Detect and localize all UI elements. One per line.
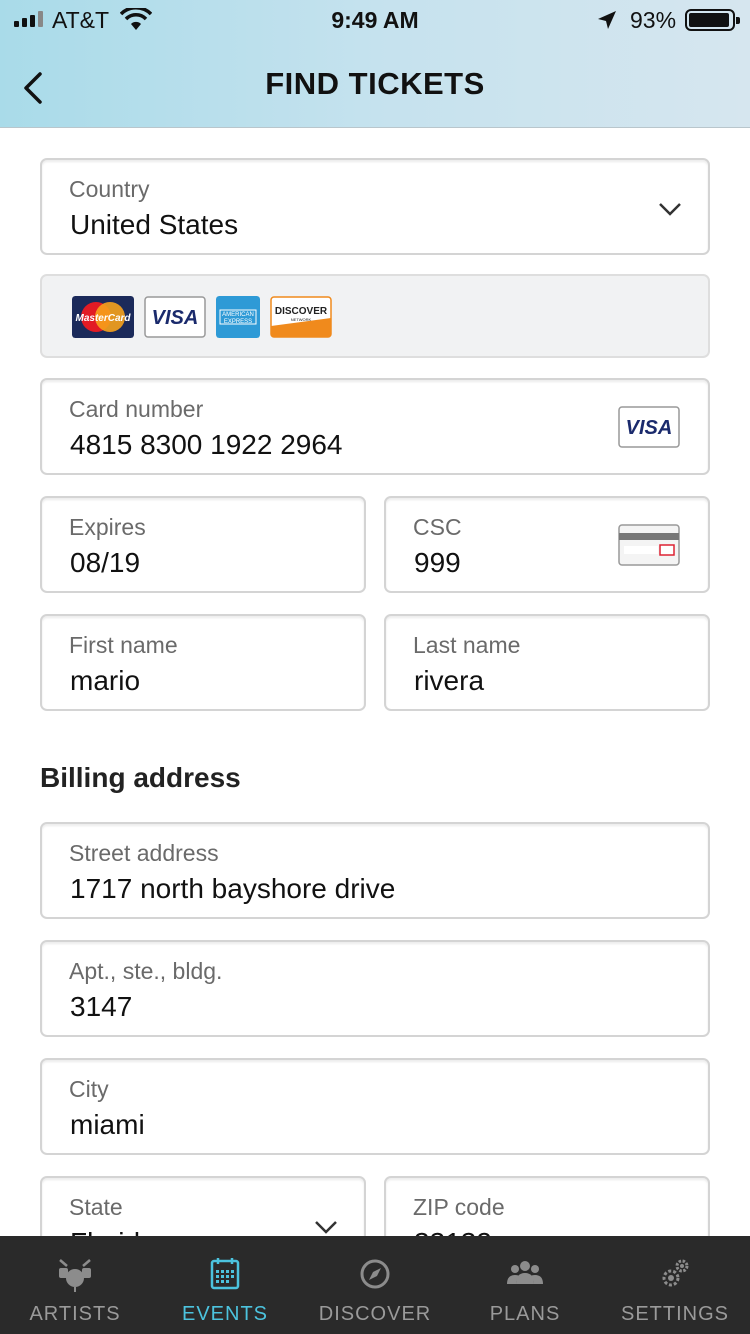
card-number-value: 4815 8300 1922 2964	[70, 429, 343, 460]
tab-label: DISCOVER	[318, 1303, 432, 1325]
tab-label: ARTISTS	[29, 1303, 121, 1325]
country-select[interactable]: Country United States	[40, 158, 710, 255]
chevron-down-icon	[659, 203, 681, 216]
battery-icon	[685, 9, 740, 31]
card-number-field[interactable]: Card number 4815 8300 1922 2964 VISA	[40, 378, 710, 475]
csc-field[interactable]: CSC 999	[384, 496, 710, 593]
compass-icon	[360, 1259, 390, 1289]
tab-label: EVENTS	[181, 1303, 269, 1325]
first-name-field[interactable]: First name mario	[40, 614, 366, 711]
page-title: FIND TICKETS	[265, 66, 485, 101]
last-name-label: Last name	[413, 632, 521, 658]
tab-plans[interactable]: PLANS	[450, 1236, 600, 1334]
tab-settings[interactable]: SETTINGS	[600, 1236, 750, 1334]
country-label: Country	[69, 176, 150, 202]
card-number-label: Card number	[69, 396, 204, 422]
chevron-down-icon	[315, 1221, 337, 1234]
card-back-csc-icon	[618, 524, 680, 566]
expires-field[interactable]: Expires 08/19	[40, 496, 366, 593]
city-label: City	[69, 1076, 109, 1102]
calendar-icon	[210, 1258, 240, 1290]
apt-value: 3147	[70, 991, 133, 1022]
last-name-field[interactable]: Last name rivera	[384, 614, 710, 711]
status-bar: AT&T 9:49 AM 93%	[0, 0, 750, 40]
csc-label: CSC	[413, 514, 462, 540]
svg-text:NETWORK: NETWORK	[291, 317, 312, 322]
csc-value: 999	[414, 547, 461, 578]
visa-detected-icon: VISA	[618, 406, 680, 448]
apt-field[interactable]: Apt., ste., bldg. 3147	[40, 940, 710, 1037]
visa-logo-icon: VISA	[144, 296, 206, 338]
svg-text:EXPRESS: EXPRESS	[224, 319, 252, 325]
last-name-value: rivera	[414, 665, 485, 696]
street-address-label: Street address	[69, 840, 219, 866]
drum-kit-icon	[59, 1259, 91, 1292]
zip-code-label: ZIP code	[413, 1194, 505, 1220]
discover-logo-icon: DISCOVER NETWORK	[270, 296, 332, 338]
first-name-label: First name	[69, 632, 178, 658]
tab-label: PLANS	[489, 1303, 561, 1325]
expires-label: Expires	[69, 514, 146, 540]
tab-discover[interactable]: DISCOVER	[300, 1236, 450, 1334]
first-name-value: mario	[70, 665, 141, 696]
expires-value: 08/19	[70, 547, 141, 578]
people-icon	[507, 1261, 543, 1284]
tab-bar: ARTISTS EVENTS DISCOVER PLANS SETTINGS	[0, 1236, 750, 1334]
tab-artists[interactable]: ARTISTS	[0, 1236, 150, 1334]
tab-events[interactable]: EVENTS	[150, 1236, 300, 1334]
city-field[interactable]: City miami	[40, 1058, 710, 1155]
country-value: United States	[70, 209, 239, 240]
svg-text:VISA: VISA	[152, 307, 199, 329]
amex-logo-icon: AMERICAN EXPRESS	[216, 296, 260, 338]
street-address-field[interactable]: Street address 1717 north bayshore drive	[40, 822, 710, 919]
street-address-value: 1717 north bayshore drive	[70, 873, 396, 904]
apt-label: Apt., ste., bldg.	[69, 958, 223, 984]
svg-text:VISA: VISA	[626, 417, 673, 439]
state-label: State	[69, 1194, 123, 1220]
svg-text:MasterCard: MasterCard	[75, 313, 131, 324]
svg-text:AMERICAN: AMERICAN	[222, 312, 254, 318]
location-arrow-icon	[598, 11, 616, 29]
tab-label: SETTINGS	[620, 1303, 729, 1325]
billing-address-heading: Billing address	[40, 762, 241, 793]
svg-text:DISCOVER: DISCOVER	[275, 306, 328, 317]
header: AT&T 9:49 AM 93% FIND TICKETS	[0, 0, 750, 128]
city-value: miami	[70, 1109, 145, 1140]
gears-icon	[662, 1259, 689, 1287]
accepted-cards-panel: MasterCard VISA AMERICAN EXPRESS DISCOVE…	[40, 274, 710, 358]
battery-percent: 93%	[630, 7, 677, 33]
mastercard-logo-icon: MasterCard	[72, 296, 134, 338]
